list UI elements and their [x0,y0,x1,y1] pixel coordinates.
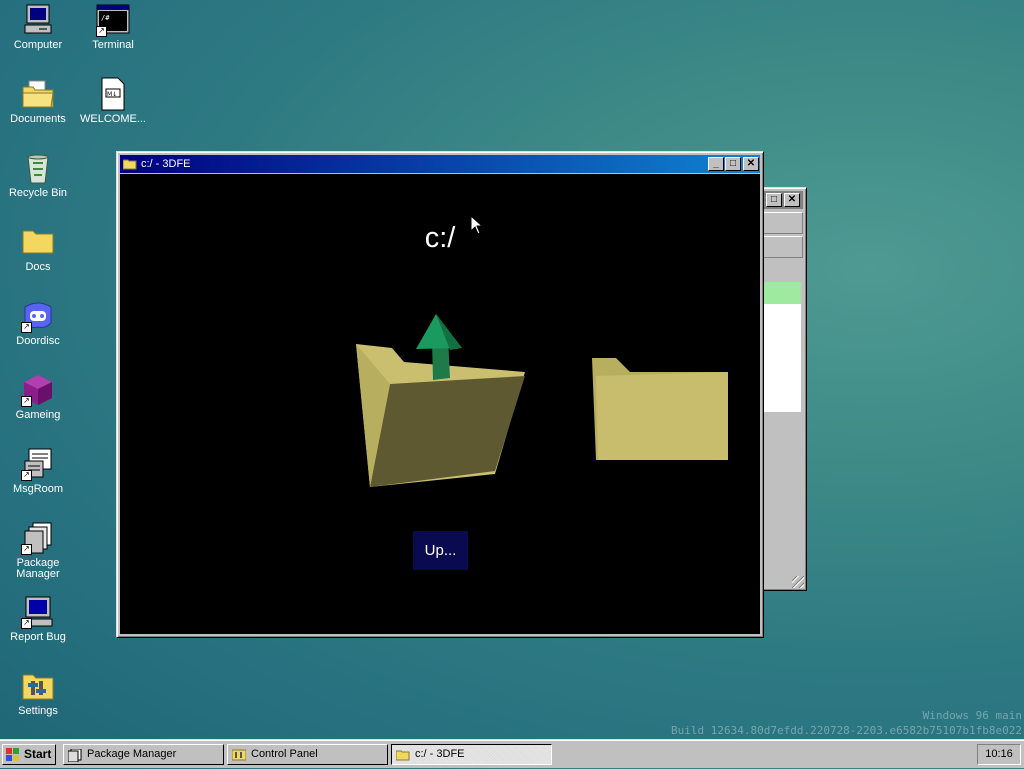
msgroom-icon: ↗ [21,447,55,481]
documents-folder-icon [21,77,55,111]
start-button[interactable]: Start [2,744,56,765]
start-label: Start [24,747,52,761]
desktop-icon-gameing[interactable]: ↗ Gameing [0,373,76,421]
maximize-button[interactable]: □ [725,157,741,171]
close-button[interactable]: ✕ [743,157,759,171]
desktop-icon-label: Docs [25,261,51,273]
terminal-icon: /# ↗ [96,3,130,37]
desktop-icon-docs[interactable]: Docs [0,225,76,273]
window-titlebar[interactable]: c:/ - 3DFE _ □ ✕ [120,155,760,173]
svg-text:/#: /# [101,14,110,22]
maximize-button[interactable]: □ [766,193,782,207]
windows-logo-icon [6,748,20,761]
recycle-bin-icon [21,151,55,185]
taskbar-item-label: Package Manager [87,748,177,760]
desktop-icon-documents[interactable]: Documents [0,77,76,125]
shortcut-arrow-icon: ↗ [96,26,107,37]
resize-grip-icon[interactable] [792,576,804,588]
folder-icon [395,749,410,761]
package-manager-icon [67,748,82,763]
control-panel-icon [231,749,247,761]
3d-viewport[interactable]: c:/ Up... [120,174,760,634]
desktop-icon-doordisc[interactable]: ↗ Doordisc [0,299,76,347]
desktop-icon-label: Terminal [92,39,134,51]
cube-icon: ↗ [21,373,55,407]
discord-icon: ↗ [21,299,55,333]
3dfe-window[interactable]: c:/ - 3DFE _ □ ✕ c:/ Up... [116,151,764,638]
up-button[interactable]: Up... [413,531,468,570]
shortcut-arrow-icon: ↗ [21,618,32,629]
desktop-icon-settings[interactable]: Settings [0,669,76,717]
desktop-icon-label: Package Manager [16,557,60,580]
desktop-icon-label: Settings [18,705,58,717]
parent-folder-3d[interactable] [350,304,540,494]
computer-icon [21,3,55,37]
taskbar: Start Package Manager Control Panel c:/ … [0,739,1024,768]
desktop-icon-label: Doordisc [16,335,60,347]
shortcut-arrow-icon: ↗ [21,544,32,555]
desktop-icon-label: Documents [10,113,66,125]
close-button[interactable]: ✕ [784,193,800,207]
desktop-icon-welcome[interactable]: M↓ WELCOME... [75,77,151,125]
markdown-file-icon: M↓ [96,77,130,111]
window-title: c:/ - 3DFE [141,158,191,170]
desktop-icon-terminal[interactable]: /# ↗ Terminal [75,3,151,51]
build-watermark-line2: Build 12634.80d7efdd.220728-2203.e6582b7… [671,724,1022,737]
desktop-icon-label: MsgRoom [12,483,64,495]
shortcut-arrow-icon: ↗ [21,322,32,333]
path-heading: c:/ [424,222,456,254]
desktop-icon-label: WELCOME... [79,113,146,125]
desktop-icon-computer[interactable]: Computer [0,3,76,51]
desktop-icon-report-bug[interactable]: ↗ Report Bug [0,595,76,643]
child-folder-3d[interactable] [586,354,736,464]
taskbar-item-label: Control Panel [251,748,318,760]
desktop-icon-package-manager[interactable]: ↗ Package Manager [0,521,76,580]
taskbar-item-control-panel[interactable]: Control Panel [227,744,388,765]
toolbar-row [763,212,803,234]
folder-icon [122,158,137,170]
minimize-button[interactable]: _ [708,157,724,171]
svg-text:M↓: M↓ [107,91,117,98]
desktop-icon-recycle-bin[interactable]: Recycle Bin [0,151,76,199]
taskbar-item-3dfe[interactable]: c:/ - 3DFE [391,744,552,765]
folder-icon [21,225,55,259]
taskbar-item-package-manager[interactable]: Package Manager [63,744,224,765]
shortcut-arrow-icon: ↗ [21,470,32,481]
system-tray-clock[interactable]: 10:16 [977,744,1021,765]
package-manager-icon: ↗ [21,521,55,555]
desktop-icon-label: Computer [13,39,63,51]
taskbar-item-label: c:/ - 3DFE [415,748,465,760]
desktop-icon-label: Report Bug [10,631,66,643]
mouse-cursor-icon [470,215,484,235]
desktop-icon-msgroom[interactable]: ↗ MsgRoom [0,447,76,495]
toolbar-row [763,236,803,258]
desktop-icon-label: Recycle Bin [8,187,68,199]
report-bug-icon: ↗ [21,595,55,629]
build-watermark-line1: Windows 96 main [922,709,1022,722]
shortcut-arrow-icon: ↗ [21,396,32,407]
list-panel [763,282,801,412]
desktop-icon-label: Gameing [15,409,61,421]
selected-list-item[interactable] [763,282,801,304]
settings-icon [21,669,55,703]
